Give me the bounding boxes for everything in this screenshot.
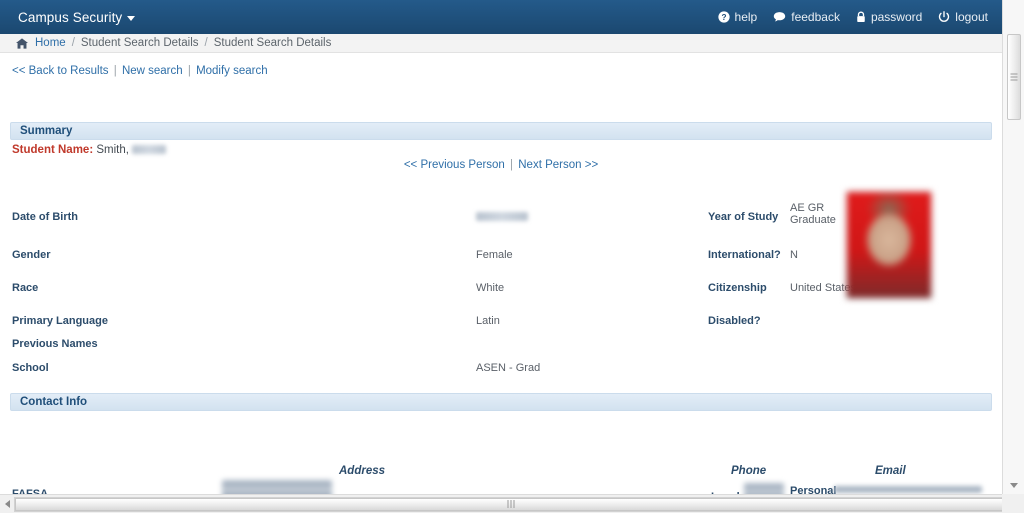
speech-bubble-icon bbox=[773, 11, 786, 23]
label-citizenship: Citizenship bbox=[708, 282, 767, 294]
help-label: help bbox=[734, 10, 758, 24]
scroll-down-arrow-icon[interactable] bbox=[1009, 483, 1018, 488]
breadcrumb-item-2: Student Search Details bbox=[213, 37, 332, 49]
modify-search-link[interactable]: Modify search bbox=[196, 65, 268, 77]
breadcrumb-separator-1: / bbox=[71, 37, 75, 49]
brand-label: Campus Security bbox=[18, 9, 123, 25]
breadcrumb-home[interactable]: Home bbox=[35, 37, 66, 49]
value-gender: Female bbox=[476, 249, 513, 261]
password-label: password bbox=[870, 10, 923, 24]
email-personal-redacted bbox=[834, 486, 982, 493]
label-previous-names: Previous Names bbox=[12, 338, 98, 350]
summary-section-title: Summary bbox=[20, 125, 73, 137]
vertical-scrollbar-grip bbox=[1010, 73, 1018, 81]
toollinks-separator-2: | bbox=[187, 65, 191, 77]
value-date-of-birth bbox=[476, 210, 528, 222]
toollinks-separator-1: | bbox=[113, 65, 117, 77]
label-date-of-birth: Date of Birth bbox=[12, 211, 78, 223]
lock-icon bbox=[856, 11, 866, 23]
label-international: International? bbox=[708, 249, 781, 261]
label-disabled: Disabled? bbox=[708, 315, 761, 327]
label-primary-language: Primary Language bbox=[12, 315, 108, 327]
search-tool-links: << Back to Results | New search | Modify… bbox=[12, 65, 268, 77]
navbar-links: ? help feedback password logout bbox=[717, 10, 988, 24]
logout-label: logout bbox=[955, 10, 988, 24]
label-email-personal: Personal bbox=[790, 485, 837, 494]
value-race: White bbox=[476, 282, 505, 294]
student-photo bbox=[846, 191, 932, 299]
help-circle-icon: ? bbox=[717, 11, 730, 23]
scrollbar-corner bbox=[1002, 494, 1024, 513]
column-header-email: Email bbox=[875, 465, 906, 477]
top-navbar: Campus Security ? help feedback password… bbox=[0, 0, 1002, 34]
label-year-of-study: Year of Study bbox=[708, 211, 779, 223]
summary-section: Date of Birth Gender Race Primary Langua… bbox=[0, 149, 1002, 407]
chevron-down-icon bbox=[127, 16, 136, 21]
label-gender: Gender bbox=[12, 249, 51, 261]
value-primary-language: Latin bbox=[476, 315, 500, 327]
page-content: << Back to Results | New search | Modify… bbox=[0, 53, 1002, 494]
power-icon bbox=[938, 11, 950, 23]
horizontal-scrollbar[interactable] bbox=[0, 494, 1024, 513]
value-year-of-study: AE GR Graduate bbox=[790, 202, 836, 226]
horizontal-scrollbar-track[interactable] bbox=[14, 496, 1010, 512]
logout-link[interactable]: logout bbox=[938, 10, 988, 24]
contact-section: Address Phone Email FAFSA Local Permanen… bbox=[0, 413, 1002, 494]
breadcrumb: Home / Student Search Details / Student … bbox=[0, 34, 1002, 53]
column-header-address: Address bbox=[339, 465, 386, 477]
label-school: School bbox=[12, 362, 49, 374]
column-header-phone: Phone bbox=[731, 465, 767, 477]
horizontal-scrollbar-thumb[interactable] bbox=[15, 497, 1009, 511]
feedback-link[interactable]: feedback bbox=[773, 10, 840, 24]
value-international: N bbox=[790, 249, 798, 261]
breadcrumb-separator-2: / bbox=[204, 37, 208, 49]
value-school: ASEN - Grad bbox=[476, 362, 541, 374]
new-search-link[interactable]: New search bbox=[122, 65, 183, 77]
vertical-scrollbar-thumb[interactable] bbox=[1007, 34, 1021, 120]
contact-section-title: Contact Info bbox=[20, 396, 88, 408]
address-fafsa-redacted bbox=[222, 480, 332, 494]
page-root: Campus Security ? help feedback password… bbox=[0, 0, 1024, 513]
svg-text:?: ? bbox=[721, 13, 726, 22]
horizontal-scrollbar-grip bbox=[507, 500, 517, 508]
help-link[interactable]: ? help bbox=[717, 10, 758, 24]
contact-section-header: Contact Info bbox=[10, 393, 992, 411]
phone-local-redacted bbox=[744, 483, 784, 494]
vertical-scrollbar[interactable] bbox=[1002, 0, 1024, 494]
home-icon bbox=[16, 37, 28, 49]
brand-dropdown[interactable]: Campus Security bbox=[18, 9, 136, 25]
breadcrumb-item-1: Student Search Details bbox=[80, 37, 199, 49]
label-race: Race bbox=[12, 282, 39, 294]
date-of-birth-redacted bbox=[476, 211, 528, 221]
scroll-left-arrow-icon[interactable] bbox=[0, 495, 14, 513]
password-link[interactable]: password bbox=[856, 10, 922, 24]
summary-section-header: Summary bbox=[10, 122, 992, 140]
back-to-results-link[interactable]: << Back to Results bbox=[12, 65, 109, 77]
feedback-label: feedback bbox=[791, 10, 840, 24]
